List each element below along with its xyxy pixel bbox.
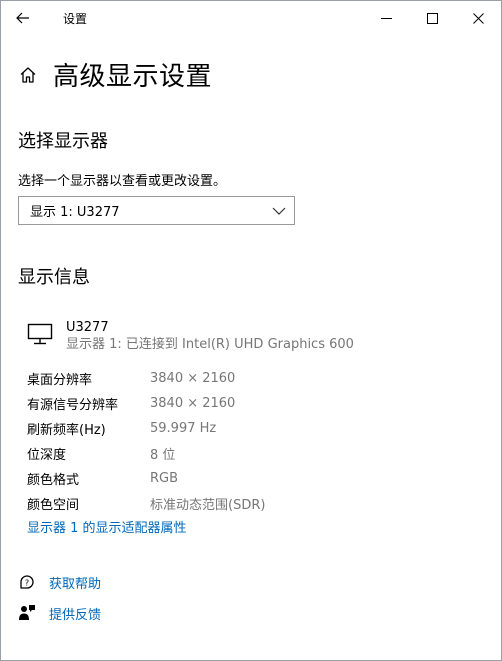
select-display-description: 选择一个显示器以查看或更改设置。	[18, 174, 227, 189]
feedback-person-icon	[17, 603, 37, 623]
info-label: 桌面分辨率	[27, 373, 93, 388]
info-label: 位深度	[27, 448, 67, 463]
info-value: 3840 × 2160	[150, 371, 236, 386]
feedback-label: 提供反馈	[49, 607, 102, 623]
maximize-icon	[426, 12, 438, 24]
monitor-summary: U3277 显示器 1: 已连接到 Intel(R) UHD Graphics …	[27, 319, 354, 354]
get-help-label: 获取帮助	[49, 576, 102, 592]
maximize-button[interactable]	[409, 1, 455, 35]
minimize-icon	[380, 17, 392, 19]
info-row-bit-depth: 位深度 8 位	[27, 441, 265, 466]
close-icon	[472, 12, 484, 24]
info-row-color-space: 颜色空间 标准动态范围(SDR)	[27, 491, 265, 516]
info-row-refresh-rate: 刷新频率(Hz) 59.997 Hz	[27, 416, 265, 441]
back-arrow-icon	[16, 12, 29, 24]
info-value: 8 位	[150, 448, 176, 463]
info-label: 颜色空间	[27, 498, 80, 513]
info-row-active-signal-resolution: 有源信号分辨率 3840 × 2160	[27, 391, 265, 416]
monitor-name: U3277	[66, 320, 109, 335]
close-button[interactable]	[455, 1, 501, 35]
home-icon	[20, 66, 36, 83]
info-row-color-format: 颜色格式 RGB	[27, 466, 265, 491]
help-chat-icon: ?	[17, 572, 37, 592]
info-value: 59.997 Hz	[150, 421, 217, 436]
info-value: 3840 × 2160	[150, 396, 236, 411]
settings-window: 设置 高级显示设置 选择显示器 选择一个显示器以查看或更改设置。 显示 1: U…	[0, 0, 502, 661]
display-select-value: 显示 1: U3277	[30, 205, 120, 220]
display-select-dropdown[interactable]: 显示 1: U3277	[18, 196, 295, 225]
svg-text:?: ?	[25, 579, 29, 588]
home-button[interactable]	[17, 64, 39, 86]
monitor-text: U3277 显示器 1: 已连接到 Intel(R) UHD Graphics …	[66, 319, 354, 354]
info-row-desktop-resolution: 桌面分辨率 3840 × 2160	[27, 366, 265, 391]
info-value: 标准动态范围(SDR)	[150, 498, 266, 513]
page-title: 高级显示设置	[53, 62, 213, 92]
feedback-link[interactable]: 提供反馈	[17, 603, 101, 623]
info-value: RGB	[150, 471, 179, 486]
title-bar: 设置	[1, 1, 501, 35]
display-info-table: 桌面分辨率 3840 × 2160 有源信号分辨率 3840 × 2160 刷新…	[27, 366, 265, 516]
display-info-heading: 显示信息	[18, 267, 90, 288]
display-adapter-properties-link[interactable]: 显示器 1 的显示适配器属性	[27, 517, 187, 536]
back-button[interactable]	[13, 9, 33, 27]
info-label: 刷新频率(Hz)	[27, 423, 106, 438]
get-help-link[interactable]: ? 获取帮助	[17, 572, 101, 592]
minimize-button[interactable]	[363, 1, 409, 35]
info-label: 有源信号分辨率	[27, 398, 119, 413]
info-label: 颜色格式	[27, 473, 80, 488]
monitor-connection: 显示器 1: 已连接到 Intel(R) UHD Graphics 600	[66, 337, 354, 352]
page-header: 高级显示设置	[17, 56, 212, 93]
monitor-icon	[27, 323, 53, 345]
chevron-down-icon	[272, 204, 286, 218]
window-title: 设置	[63, 12, 88, 26]
select-display-heading: 选择显示器	[18, 131, 108, 152]
